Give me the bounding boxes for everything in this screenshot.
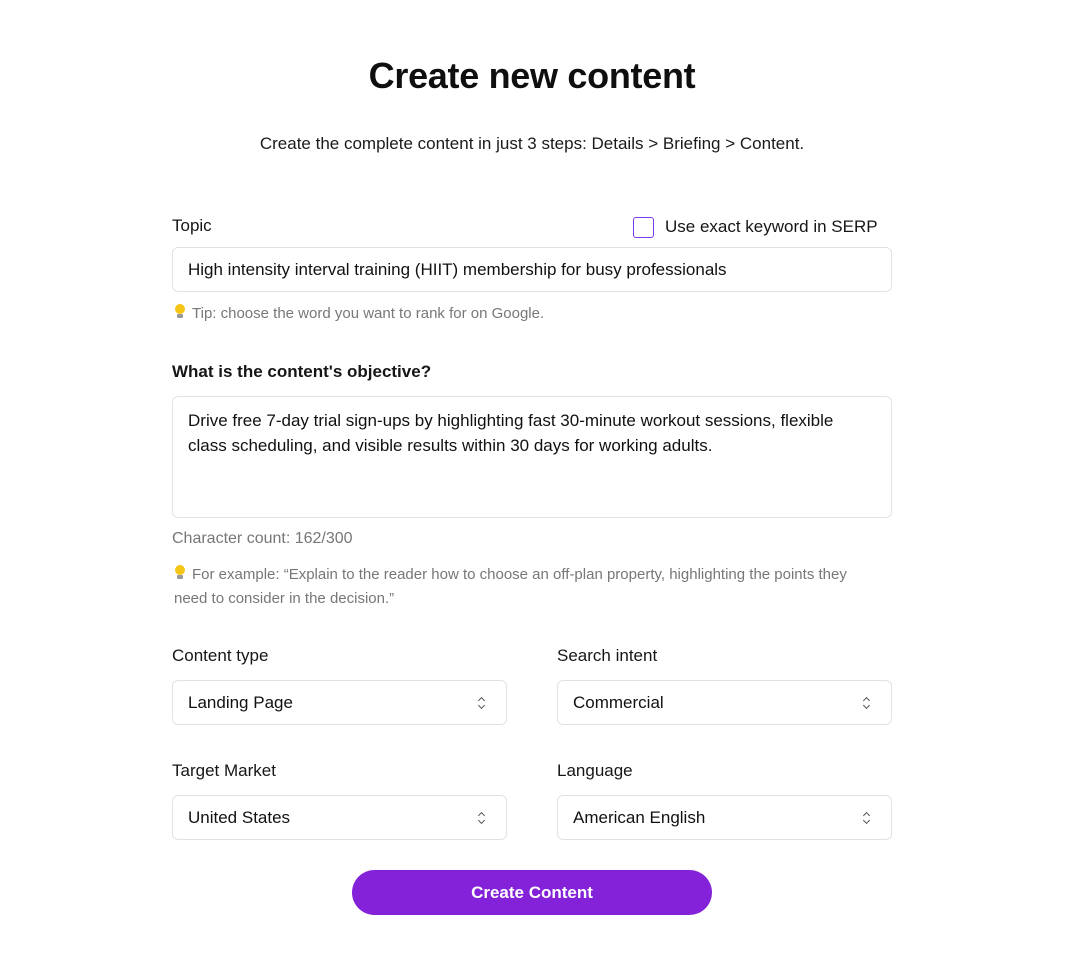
- lightbulb-icon: [174, 304, 186, 320]
- content-type-value: Landing Page: [188, 692, 293, 712]
- target-market-select[interactable]: United States: [172, 795, 507, 840]
- search-intent-value: Commercial: [573, 692, 664, 712]
- content-type-label: Content type: [172, 646, 269, 665]
- create-content-button[interactable]: Create Content: [352, 870, 712, 915]
- chevron-up-down-icon: [476, 811, 486, 825]
- exact-keyword-checkbox[interactable]: [633, 216, 654, 238]
- topic-tip-text: Tip: choose the word you want to rank fo…: [192, 305, 545, 322]
- chevron-up-down-icon: [861, 811, 871, 825]
- objective-textarea[interactable]: Drive free 7-day trial sign-ups by highl…: [172, 396, 892, 518]
- objective-label: What is the content's objective?: [172, 362, 432, 381]
- language-label: Language: [557, 761, 633, 780]
- lightbulb-icon: [174, 565, 186, 581]
- search-intent-select[interactable]: Commercial: [557, 680, 892, 725]
- topic-input[interactable]: [172, 247, 892, 292]
- objective-example: For example: “Explain to the reader how …: [174, 563, 874, 611]
- chevron-up-down-icon: [476, 696, 486, 710]
- objective-example-text: For example: “Explain to the reader how …: [174, 566, 847, 607]
- target-market-value: United States: [188, 807, 291, 827]
- chevron-up-down-icon: [861, 696, 871, 710]
- character-count: Character count: 162/300: [172, 530, 353, 547]
- content-type-select[interactable]: Landing Page: [172, 680, 507, 725]
- search-intent-label: Search intent: [557, 646, 658, 665]
- exact-keyword-label: Use exact keyword in SERP: [665, 217, 878, 236]
- topic-label: Topic: [172, 216, 212, 235]
- exact-keyword-option[interactable]: Use exact keyword in SERP: [633, 216, 878, 238]
- topic-tip: Tip: choose the word you want to rank fo…: [174, 302, 544, 326]
- create-content-page: Create new content Create the complete c…: [0, 0, 1087, 955]
- page-subtitle: Create the complete content in just 3 st…: [259, 134, 805, 153]
- page-title: Create new content: [368, 55, 696, 96]
- target-market-label: Target Market: [172, 761, 276, 780]
- language-select[interactable]: American English: [557, 795, 892, 840]
- language-value: American English: [573, 807, 706, 827]
